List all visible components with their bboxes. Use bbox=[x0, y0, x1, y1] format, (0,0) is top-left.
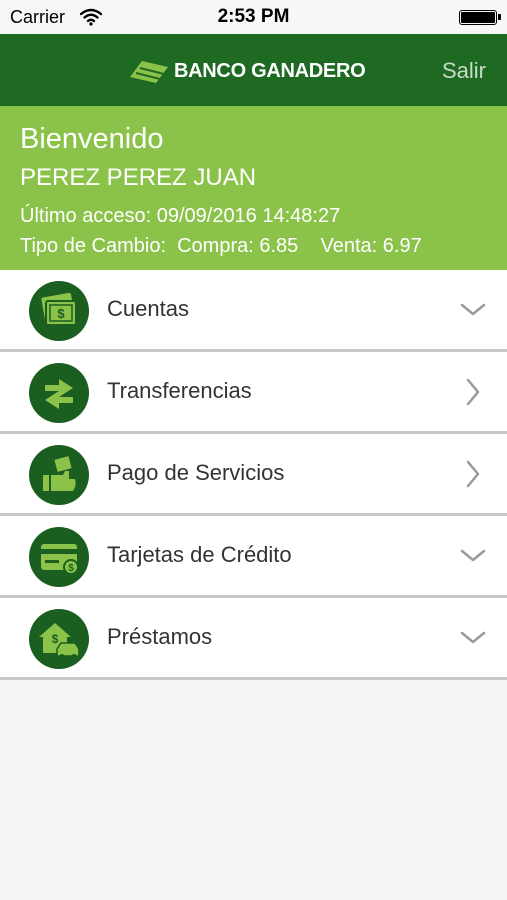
main-menu: $ Cuentas Transferencias Pago de Servici… bbox=[0, 270, 507, 680]
menu-item-label: Préstamos bbox=[107, 624, 213, 649]
chevron-down-icon[interactable] bbox=[459, 292, 487, 328]
menu-item-tarjetas-credito[interactable]: $ Tarjetas de Crédito bbox=[0, 516, 507, 598]
menu-item-prestamos[interactable]: $ Préstamos bbox=[0, 598, 507, 680]
menu-item-label: Pago de Servicios bbox=[107, 460, 285, 485]
menu-item-pago-servicios[interactable]: Pago de Servicios bbox=[0, 434, 507, 516]
credit-card-icon: $ bbox=[29, 527, 89, 587]
welcome-panel: Bienvenido PEREZ PEREZ JUAN Último acces… bbox=[0, 106, 507, 270]
user-name: PEREZ PEREZ JUAN bbox=[20, 164, 257, 191]
payment-hand-icon bbox=[29, 445, 89, 505]
chevron-right-icon[interactable] bbox=[459, 374, 487, 410]
battery-icon bbox=[459, 10, 501, 25]
loan-house-car-icon: $ bbox=[29, 609, 89, 669]
menu-item-cuentas[interactable]: $ Cuentas bbox=[0, 270, 507, 352]
svg-text:$: $ bbox=[68, 563, 74, 574]
svg-text:$: $ bbox=[57, 306, 65, 321]
exchange-rate: Tipo de Cambio: Compra: 6.85 Venta: 6.97 bbox=[20, 235, 422, 257]
menu-item-label: Tarjetas de Crédito bbox=[107, 542, 292, 567]
last-access: Último acceso: 09/09/2016 14:48:27 bbox=[20, 205, 341, 227]
logout-button[interactable]: Salir bbox=[442, 58, 486, 84]
svg-text:$: $ bbox=[52, 632, 59, 646]
app-header: BANCO GANADERO Salir bbox=[0, 34, 507, 106]
chevron-down-icon[interactable] bbox=[459, 538, 487, 574]
status-bar: Carrier 2:53 PM bbox=[0, 0, 507, 34]
menu-item-label: Transferencias bbox=[107, 378, 252, 403]
greeting: Bienvenido bbox=[20, 123, 164, 155]
status-time: 2:53 PM bbox=[217, 6, 290, 27]
chevron-down-icon[interactable] bbox=[459, 620, 487, 656]
bank-name: BANCO GANADERO bbox=[174, 59, 366, 82]
menu-item-transferencias[interactable]: Transferencias bbox=[0, 352, 507, 434]
money-icon: $ bbox=[29, 281, 89, 341]
transfer-arrows-icon bbox=[29, 363, 89, 423]
menu-item-label: Cuentas bbox=[107, 296, 189, 321]
bank-logo-mark-icon bbox=[130, 61, 168, 83]
chevron-right-icon[interactable] bbox=[459, 456, 487, 492]
bank-logo: BANCO GANADERO bbox=[128, 56, 366, 86]
